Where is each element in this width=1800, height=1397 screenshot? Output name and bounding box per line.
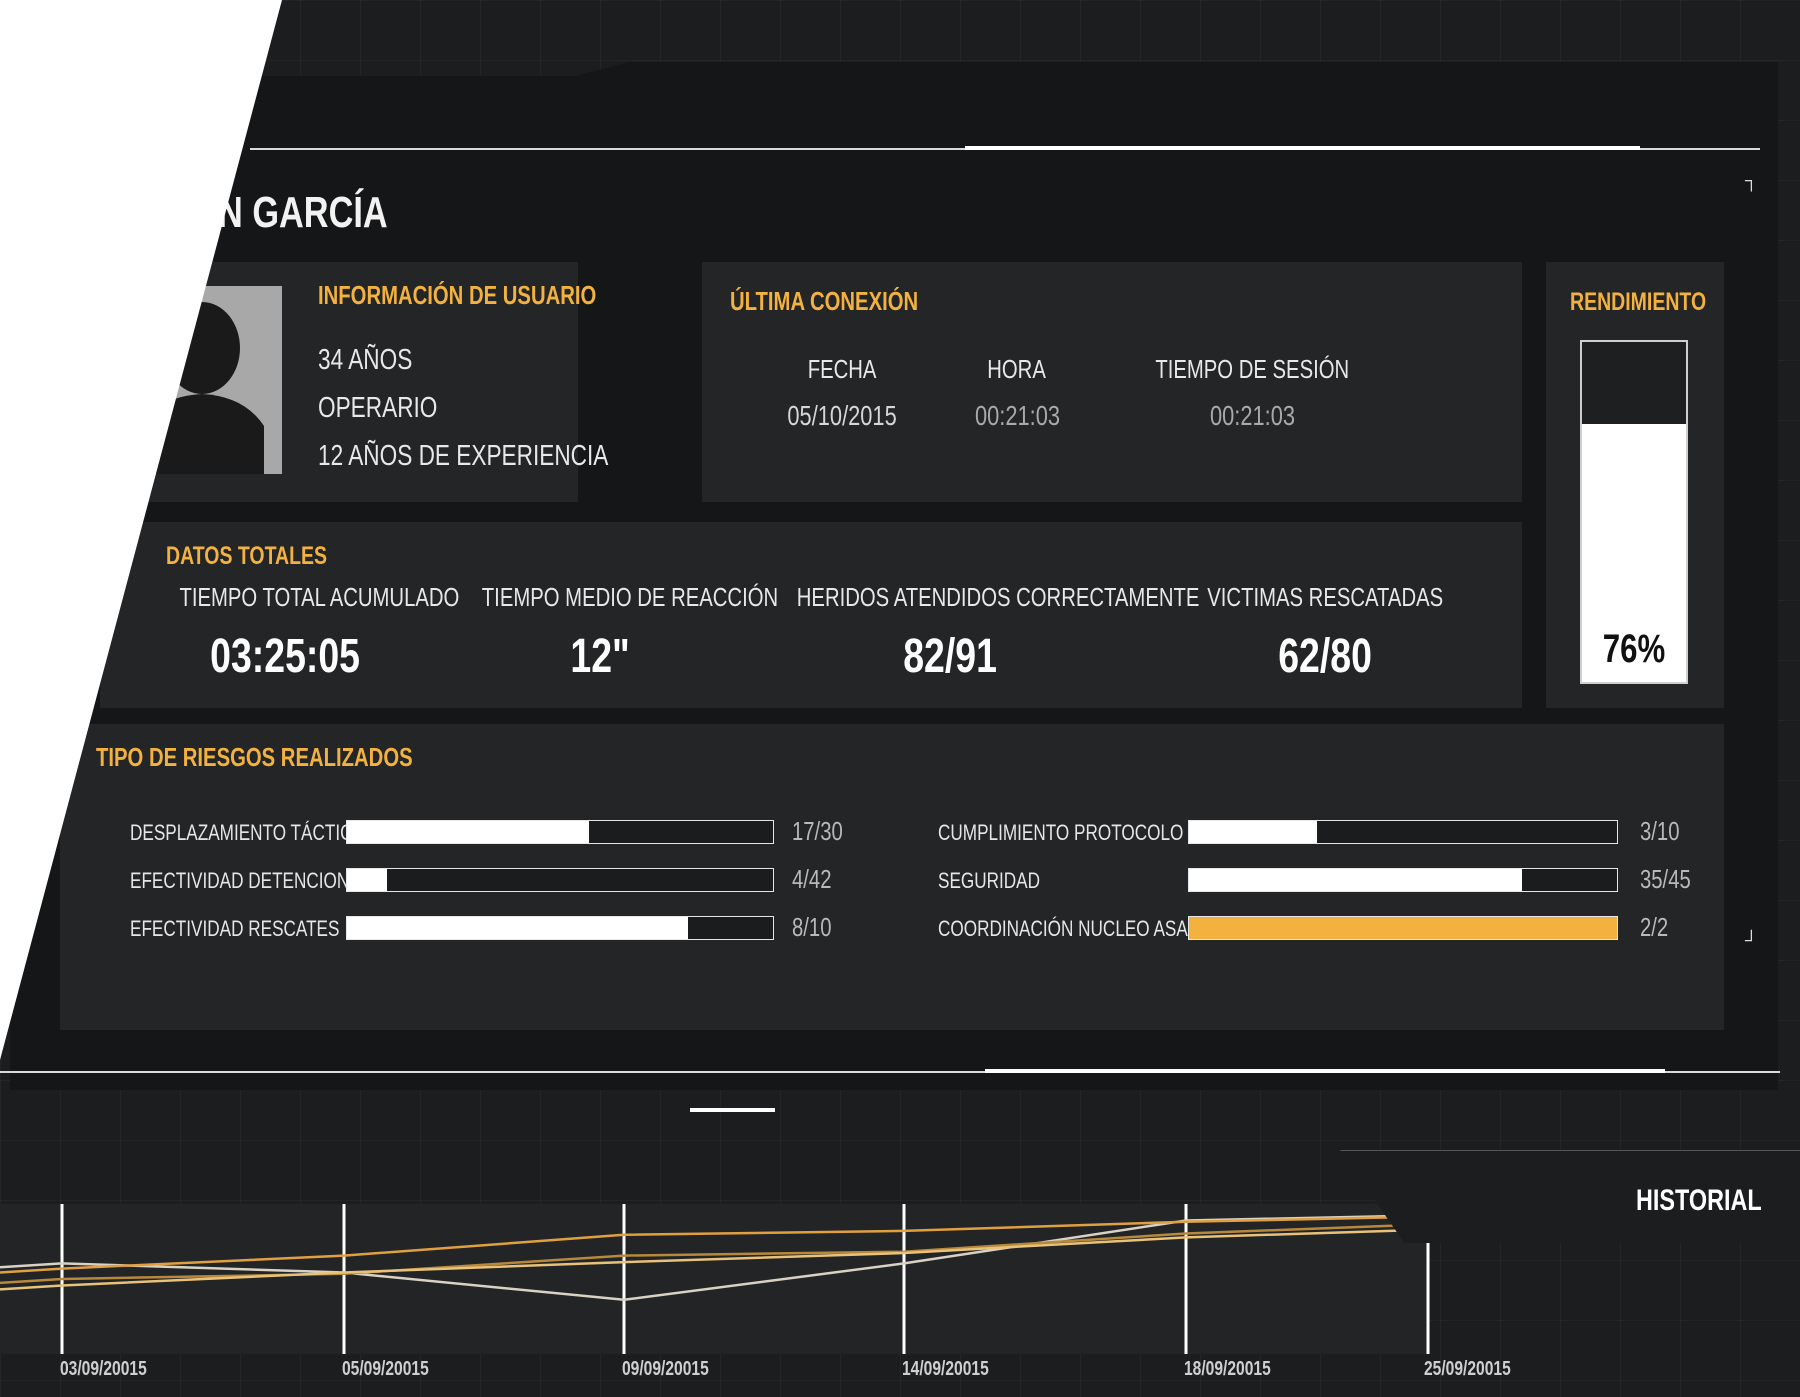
user-name: N GARCÍA [218, 188, 388, 237]
history-title: HISTORIAL [1636, 1184, 1762, 1217]
risk-count: 17/30 [792, 816, 843, 846]
user-info-panel: INFORMACIÓN DE USUARIO 34 AÑOS OPERARIO … [140, 262, 608, 502]
history-chart-area [0, 1204, 1430, 1354]
risk-label: SEGURIDAD [938, 868, 1041, 893]
history-date-label: 05/09/20015 [342, 1358, 429, 1380]
risk-progress-fill [1189, 869, 1522, 891]
history-series-line [0, 1228, 1429, 1291]
time-label: HORA [987, 354, 1047, 384]
stat-reaction-time: TIEMPO MEDIO DE REACCIÓN 12" [481, 582, 779, 683]
history-date-label: 09/09/20015 [622, 1358, 709, 1380]
risk-progress-bar [346, 868, 774, 892]
user-info-title: INFORMACIÓN DE USUARIO [318, 280, 597, 310]
stat-total-time: TIEMPO TOTAL ACUMULADO 03:25:05 [179, 582, 460, 683]
risk-count: 35/45 [1640, 864, 1691, 894]
risk-progress-fill [1189, 821, 1318, 843]
last-connection-title: ÚLTIMA CONEXIÓN [730, 286, 919, 316]
corner-mark-bottom: ┘ [1745, 930, 1758, 950]
risk-progress-fill [347, 917, 688, 939]
risk-progress-bar [1188, 820, 1618, 844]
session-value: 00:21:03 [1209, 400, 1295, 431]
performance-gauge: 76% [1580, 340, 1688, 684]
risks-panel: TIPO DE RIESGOS REALIZADOS DESPLAZAMIENT… [60, 724, 1724, 1030]
performance-value: 76% [1602, 627, 1666, 671]
risk-count: 2/2 [1640, 912, 1669, 942]
history-date-label: 03/09/20015 [60, 1358, 147, 1380]
stat-wounded-attended: HERIDOS ATENDIDOS CORRECTAMENTE 82/91 [796, 582, 1200, 683]
totals-panel: DATOS TOTALES TIEMPO TOTAL ACUMULADO 03:… [100, 522, 1522, 708]
user-experience: 12 AÑOS DE EXPERIENCIA [318, 440, 609, 472]
risk-progress-fill [347, 869, 388, 891]
risk-progress-bar [1188, 868, 1618, 892]
time-value: 00:21:03 [974, 400, 1060, 431]
date-label: FECHA [807, 354, 877, 384]
scroll-indicator[interactable] [690, 1108, 775, 1112]
risk-progress-fill [1189, 917, 1617, 939]
totals-title: DATOS TOTALES [166, 542, 328, 570]
risk-progress-bar [346, 820, 774, 844]
risk-count: 4/42 [792, 864, 832, 894]
frame-top-highlight [965, 146, 1640, 150]
risk-progress-bar [346, 916, 774, 940]
session-label: TIEMPO DE SESIÓN [1155, 354, 1349, 384]
date-value: 05/10/2015 [787, 400, 897, 431]
risk-progress-bar [1188, 916, 1618, 940]
risk-progress-fill [347, 821, 589, 843]
history-series-line [0, 1215, 1429, 1274]
user-role: OPERARIO [318, 392, 438, 424]
risks-title: TIPO DE RIESGOS REALIZADOS [96, 742, 413, 772]
corner-mark-top: ┐ [1745, 170, 1758, 190]
stat-victims-rescued: VICTIMAS RESCATADAS 62/80 [1207, 582, 1443, 683]
history-date-label: 14/09/20015 [902, 1358, 989, 1380]
history-series-line [0, 1214, 1429, 1302]
history-chart [0, 1204, 1430, 1354]
risk-count: 3/10 [1640, 816, 1680, 846]
frame-bottom-highlight [985, 1069, 1665, 1073]
history-date-label: 18/09/20015 [1184, 1358, 1271, 1380]
history-date-label: 25/09/20015 [1424, 1358, 1511, 1380]
user-age: 34 AÑOS [318, 344, 413, 376]
last-connection-panel: ÚLTIMA CONEXIÓN FECHA 05/10/2015 HORA 00… [702, 262, 1522, 502]
risk-count: 8/10 [792, 912, 832, 942]
performance-title: RENDIMIENTO [1570, 288, 1707, 316]
performance-panel: RENDIMIENTO 76% [1546, 262, 1724, 708]
